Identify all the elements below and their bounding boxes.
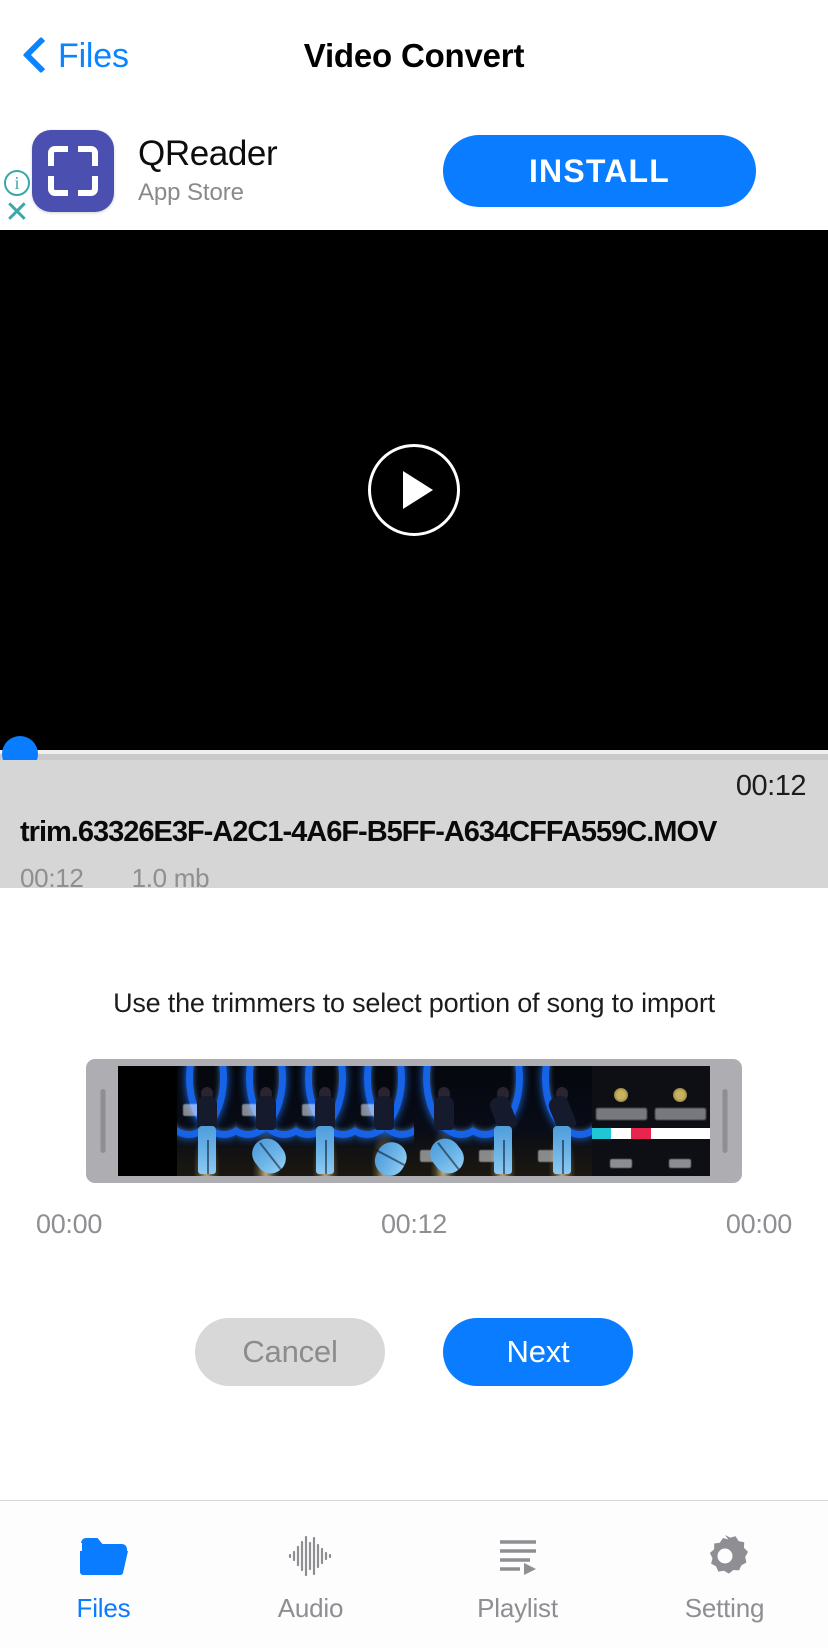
chevron-left-icon bbox=[22, 35, 48, 77]
tab-audio[interactable]: Audio bbox=[207, 1501, 414, 1648]
back-button[interactable]: Files bbox=[22, 35, 129, 77]
filmstrip-frame bbox=[473, 1066, 533, 1176]
video-player[interactable] bbox=[0, 230, 828, 750]
playlist-icon bbox=[492, 1527, 544, 1585]
trim-end-time: 00:00 bbox=[725, 1209, 792, 1239]
close-x-icon[interactable]: ✕ bbox=[4, 198, 29, 228]
ad-app-name: QReader bbox=[138, 133, 278, 173]
gear-icon bbox=[701, 1527, 749, 1585]
filmstrip[interactable] bbox=[118, 1066, 710, 1176]
waveform-icon bbox=[284, 1527, 338, 1585]
back-button-label: Files bbox=[58, 36, 129, 75]
trim-handle-right-icon[interactable] bbox=[710, 1059, 740, 1183]
play-circle-icon[interactable] bbox=[368, 444, 460, 536]
tab-setting-label: Setting bbox=[684, 1593, 765, 1623]
action-buttons: Cancel Next bbox=[0, 1318, 828, 1386]
file-duration-right: 00:12 bbox=[735, 770, 807, 802]
ad-text-block: QReader App Store bbox=[138, 133, 278, 208]
trim-hint-text: Use the trimmers to select portion of so… bbox=[113, 988, 715, 1018]
next-button[interactable]: Next bbox=[443, 1318, 633, 1386]
tab-files[interactable]: Files bbox=[0, 1501, 207, 1648]
seek-track bbox=[0, 750, 828, 754]
cancel-button[interactable]: Cancel bbox=[195, 1318, 385, 1386]
info-circle-icon[interactable]: i bbox=[4, 170, 30, 196]
qr-scan-frame-icon bbox=[32, 130, 114, 212]
filmstrip-frame bbox=[532, 1066, 592, 1176]
seek-bar[interactable] bbox=[0, 736, 828, 772]
navigation-bar: Files Video Convert bbox=[0, 0, 828, 112]
ad-app-source: App Store bbox=[138, 179, 244, 207]
tab-setting[interactable]: Setting bbox=[621, 1501, 828, 1648]
tab-playlist[interactable]: Playlist bbox=[414, 1501, 621, 1648]
filmstrip-frame bbox=[354, 1066, 415, 1176]
trim-handle-left-icon[interactable] bbox=[88, 1059, 118, 1183]
filmstrip-frame bbox=[650, 1066, 710, 1176]
filmstrip-frame bbox=[177, 1066, 237, 1176]
folder-icon bbox=[79, 1527, 129, 1585]
ad-banner[interactable]: i ✕ QReader App Store INSTALL bbox=[0, 112, 828, 230]
install-button[interactable]: INSTALL bbox=[443, 135, 756, 207]
tab-bar: Files Audio Playlist Setting bbox=[0, 1500, 828, 1648]
tab-playlist-label: Playlist bbox=[477, 1593, 558, 1623]
trim-start-time: 00:00 bbox=[36, 1209, 103, 1239]
filmstrip-frame bbox=[295, 1066, 355, 1176]
filmstrip-frame bbox=[118, 1066, 177, 1176]
filmstrip-frame bbox=[591, 1066, 651, 1176]
file-info-panel: 00:12 trim.63326E3F-A2C1-4A6F-B5FF-A634C… bbox=[0, 760, 828, 893]
tab-audio-label: Audio bbox=[277, 1593, 344, 1623]
filmstrip-frame bbox=[414, 1066, 474, 1176]
tab-files-label: Files bbox=[76, 1593, 131, 1623]
trimmer[interactable] bbox=[86, 1059, 742, 1183]
file-name: trim.63326E3F-A2C1-4A6F-B5FF-A634CFFA559… bbox=[20, 816, 717, 848]
trim-section: Use the trimmers to select portion of so… bbox=[0, 888, 828, 1386]
filmstrip-frame bbox=[236, 1066, 296, 1176]
trim-total-time: 00:12 bbox=[380, 1209, 448, 1239]
ad-controls: i ✕ bbox=[4, 170, 30, 228]
trim-time-labels: 00:00 00:12 00:00 bbox=[36, 1209, 792, 1240]
